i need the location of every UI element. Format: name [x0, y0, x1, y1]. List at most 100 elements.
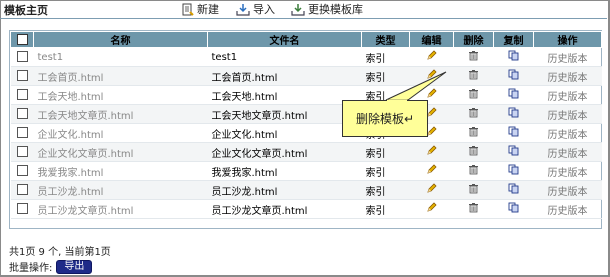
history-version-link[interactable]: 历史版本	[533, 66, 602, 86]
trash-icon[interactable]	[468, 203, 479, 216]
copy-icon[interactable]	[508, 107, 520, 121]
template-name[interactable]: 员工沙龙文章页.html	[33, 199, 208, 219]
col-header-name[interactable]: 名称	[33, 31, 208, 48]
pencil-icon[interactable]	[426, 183, 437, 197]
row-checkbox[interactable]	[16, 89, 28, 101]
table-row: 我爱我家.html 我爱我家.html 索引 历史版本	[10, 161, 602, 181]
trash-icon[interactable]	[468, 51, 479, 64]
trash-icon[interactable]	[468, 184, 479, 197]
copy-cell	[493, 199, 534, 219]
delete-cell	[453, 104, 494, 124]
col-header-type[interactable]: 类型	[361, 31, 410, 48]
copy-icon[interactable]	[508, 69, 520, 83]
trash-icon[interactable]	[468, 108, 479, 121]
copy-cell	[493, 142, 534, 162]
trash-icon[interactable]	[468, 70, 479, 83]
copy-icon[interactable]	[508, 183, 520, 197]
row-select-cell	[10, 47, 34, 67]
template-name[interactable]: 工会天地.html	[33, 85, 208, 105]
callout-text: 删除模板↵	[355, 112, 415, 126]
edit-cell	[409, 142, 454, 162]
export-button[interactable]: 导出	[56, 259, 93, 274]
pencil-icon[interactable]	[426, 69, 437, 83]
trash-icon[interactable]	[468, 165, 479, 178]
template-name[interactable]: 员工沙龙.html	[33, 180, 208, 200]
col-header-edit: 编辑	[409, 31, 454, 48]
pencil-icon[interactable]	[426, 145, 437, 159]
template-name[interactable]: 我爱我家.html	[33, 161, 208, 181]
template-file: 工会天地文章页.html	[207, 104, 362, 124]
template-name[interactable]: 工会首页.html	[33, 66, 208, 86]
change-library-button[interactable]: 更换模板库	[291, 1, 363, 17]
template-file: 企业文化文章页.html	[207, 142, 362, 162]
delete-cell	[453, 161, 494, 181]
edit-cell	[409, 199, 454, 219]
trash-icon[interactable]	[468, 146, 479, 159]
row-checkbox[interactable]	[16, 146, 28, 158]
trash-icon[interactable]	[468, 127, 479, 140]
history-version-link[interactable]: 历史版本	[533, 47, 602, 67]
template-file: 工会首页.html	[207, 66, 362, 86]
copy-cell	[493, 161, 534, 181]
page-title: 模板主页	[4, 4, 48, 17]
copy-icon[interactable]	[508, 88, 520, 102]
row-checkbox[interactable]	[16, 108, 28, 120]
template-name[interactable]: 企业文化.html	[33, 123, 208, 143]
copy-icon[interactable]	[508, 202, 520, 216]
trash-icon[interactable]	[468, 89, 479, 102]
row-select-cell	[10, 199, 34, 219]
template-file: 员工沙龙.html	[207, 180, 362, 200]
new-button[interactable]: 新建	[181, 1, 219, 17]
row-select-cell	[10, 180, 34, 200]
history-version-link[interactable]: 历史版本	[533, 85, 602, 105]
row-checkbox[interactable]	[16, 184, 28, 196]
row-checkbox[interactable]	[16, 127, 28, 139]
pagination-info: 共1页 9 个, 当前第1页	[9, 247, 111, 258]
template-table-container: 名称 文件名 类型 编辑 删除 复制 操作 test1 test1 索引 历史版本 工会…	[9, 30, 602, 229]
template-type: 索引	[361, 180, 410, 200]
template-name[interactable]: test1	[33, 47, 208, 67]
new-label: 新建	[197, 3, 219, 16]
history-version-link[interactable]: 历史版本	[533, 142, 602, 162]
row-checkbox[interactable]	[16, 165, 28, 177]
table-row: 工会天地.html 工会天地.html 索引 历史版本	[10, 85, 602, 105]
row-checkbox[interactable]	[16, 51, 28, 63]
template-type: 索引	[361, 47, 410, 67]
row-checkbox[interactable]	[16, 203, 28, 215]
row-select-cell	[10, 66, 34, 86]
row-select-cell	[10, 161, 34, 181]
history-version-link[interactable]: 历史版本	[533, 123, 602, 143]
copy-icon[interactable]	[508, 164, 520, 178]
pencil-icon[interactable]	[426, 50, 437, 64]
col-header-copy: 复制	[493, 31, 534, 48]
import-icon	[236, 3, 250, 16]
delete-cell	[453, 123, 494, 143]
history-version-link[interactable]: 历史版本	[533, 104, 602, 124]
delete-cell	[453, 180, 494, 200]
pencil-icon[interactable]	[426, 164, 437, 178]
select-all-cell	[10, 31, 34, 48]
copy-cell	[493, 123, 534, 143]
copy-icon[interactable]	[508, 50, 520, 64]
row-select-cell	[10, 85, 34, 105]
row-select-cell	[10, 142, 34, 162]
row-checkbox[interactable]	[16, 70, 28, 82]
delete-cell	[453, 199, 494, 219]
history-version-link[interactable]: 历史版本	[533, 199, 602, 219]
copy-icon[interactable]	[508, 126, 520, 140]
template-name[interactable]: 企业文化文章页.html	[33, 142, 208, 162]
history-version-link[interactable]: 历史版本	[533, 180, 602, 200]
select-all-checkbox[interactable]	[16, 33, 28, 45]
col-header-file[interactable]: 文件名	[207, 31, 362, 48]
edit-cell	[409, 66, 454, 86]
pencil-icon[interactable]	[426, 202, 437, 216]
history-version-link[interactable]: 历史版本	[533, 161, 602, 181]
copy-icon[interactable]	[508, 145, 520, 159]
edit-cell	[409, 161, 454, 181]
template-type: 索引	[361, 142, 410, 162]
import-button[interactable]: 导入	[236, 1, 275, 17]
template-file: 企业文化.html	[207, 123, 362, 143]
template-name[interactable]: 工会天地文章页.html	[33, 104, 208, 124]
edit-cell	[409, 47, 454, 67]
copy-cell	[493, 66, 534, 86]
